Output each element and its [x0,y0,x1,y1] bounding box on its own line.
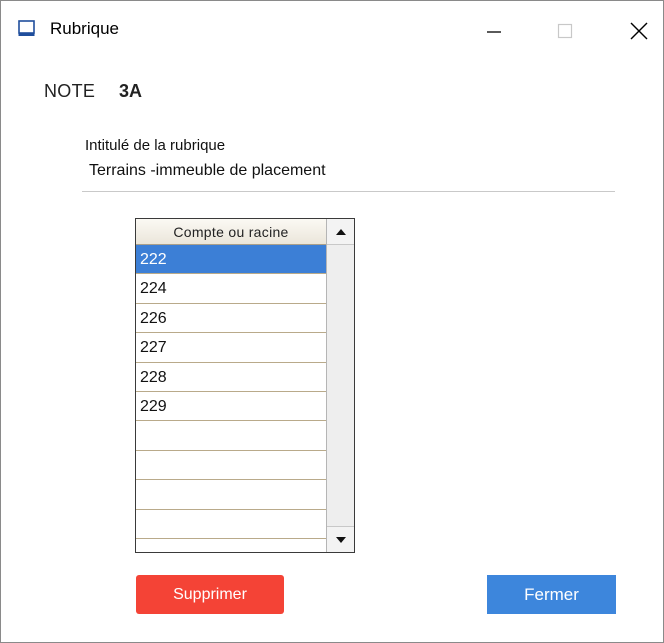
note-value: 3A [119,81,143,101]
table-row[interactable]: 229 [136,392,326,422]
close-button[interactable]: Fermer [487,575,616,614]
note-label: NOTE [44,81,96,101]
table-row[interactable] [136,421,326,451]
rubrique-label: Intitulé de la rubrique [85,137,226,154]
accounts-table[interactable]: Compte ou racine 222 224 226 227 228 229 [135,218,355,553]
scroll-up-button[interactable] [327,219,354,245]
table-row[interactable] [136,451,326,481]
table-row[interactable]: 227 [136,333,326,363]
minimize-button[interactable] [471,11,517,51]
maximize-icon [557,23,573,39]
window-app-icon [18,20,35,37]
maximize-button[interactable] [542,11,588,51]
separator [82,191,615,192]
table-rows: 222 224 226 227 228 229 [136,245,326,539]
table-header-compte[interactable]: Compte ou racine [136,219,326,245]
scroll-down-button[interactable] [327,526,354,552]
table-row[interactable]: 222 [136,245,326,275]
table-scrollbar[interactable] [326,219,354,552]
triangle-down-icon [335,536,346,543]
table-row[interactable] [136,480,326,510]
table-row[interactable]: 226 [136,304,326,334]
rubrique-window: Rubrique NOTE 3A Intitulé de la rubrique… [0,0,664,643]
title-bar[interactable]: Rubrique [1,1,663,59]
close-icon [630,22,648,40]
window-title: Rubrique [50,19,119,38]
delete-button[interactable]: Supprimer [136,575,284,614]
rubrique-value: Terrains -immeuble de placement [89,162,326,179]
table-row[interactable] [136,510,326,539]
close-window-button[interactable] [616,11,662,51]
triangle-up-icon [335,228,346,235]
table-row[interactable]: 228 [136,363,326,392]
minimize-icon [487,31,501,33]
table-row[interactable]: 224 [136,274,326,304]
